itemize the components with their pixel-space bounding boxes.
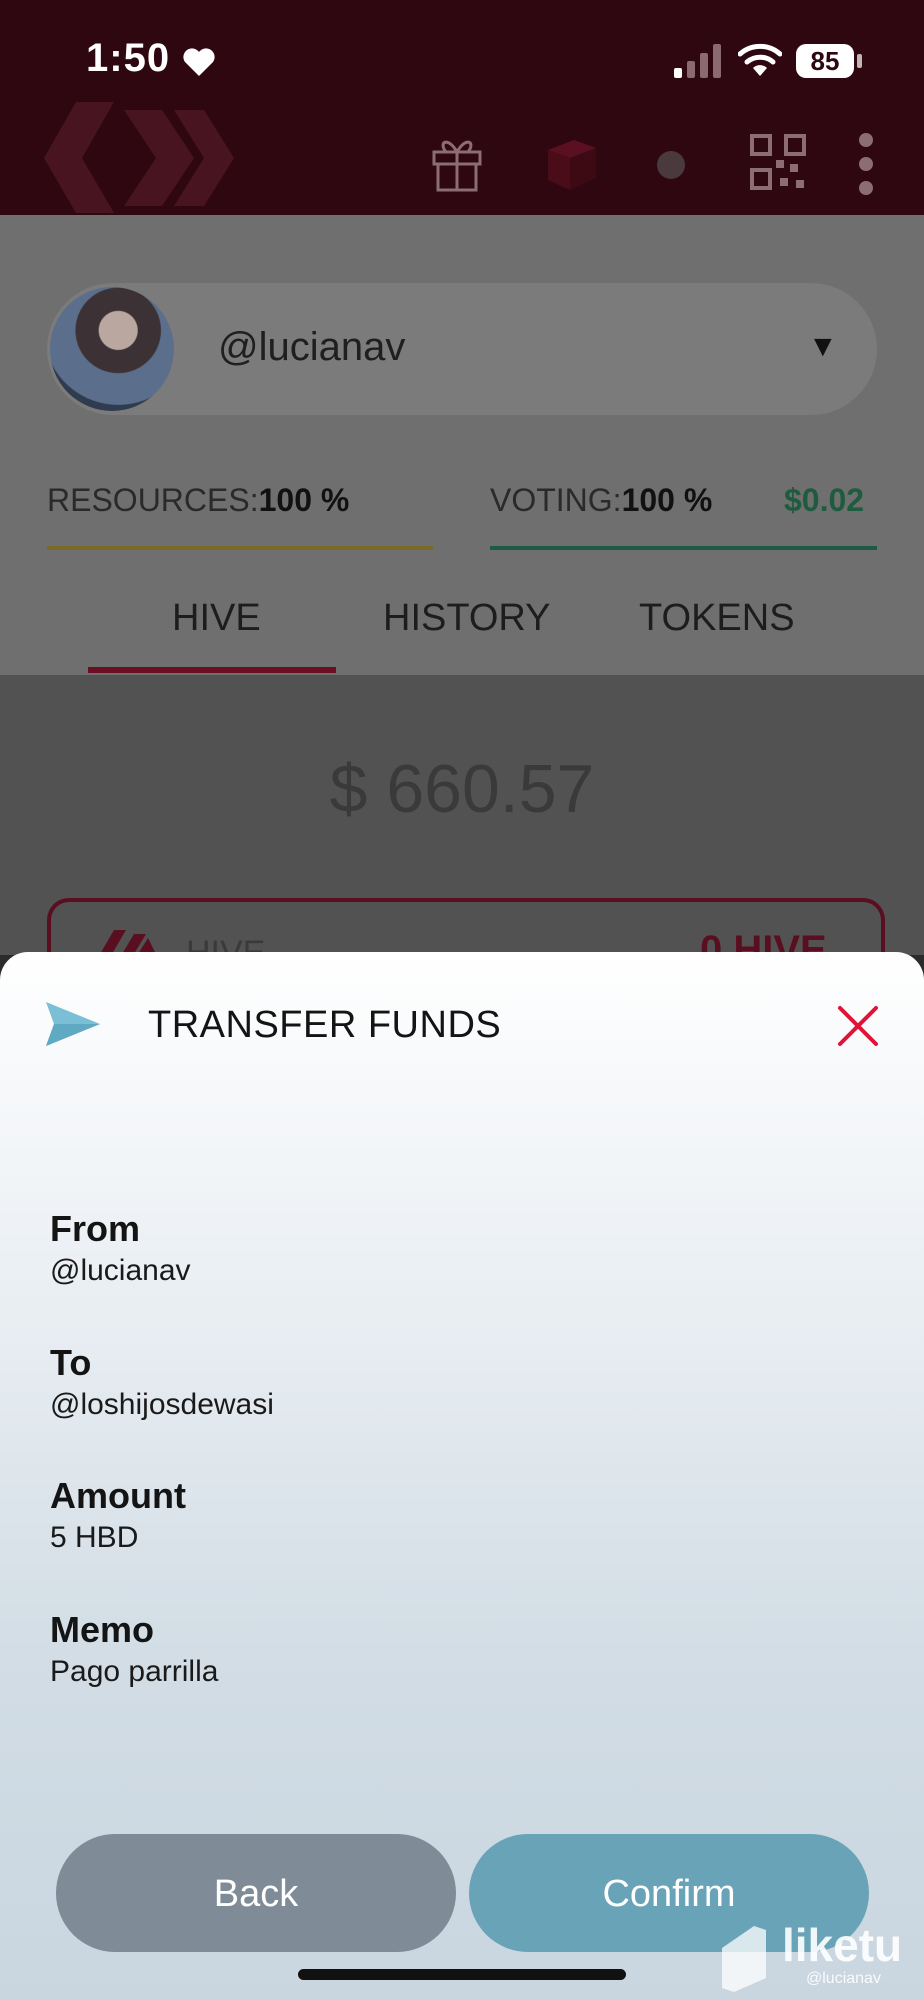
wifi-icon xyxy=(738,43,782,76)
heart-icon xyxy=(183,48,215,76)
active-tab-indicator xyxy=(88,667,336,673)
hive-logo-icon xyxy=(44,102,234,213)
status-dot-icon xyxy=(657,151,685,179)
gift-icon[interactable] xyxy=(430,132,484,192)
to-label: To xyxy=(50,1342,92,1383)
from-value: @lucianav xyxy=(50,1254,191,1287)
resources-bar xyxy=(47,546,433,550)
home-indicator[interactable] xyxy=(298,1969,626,1980)
battery-indicator: 85 xyxy=(796,44,854,78)
send-icon xyxy=(46,1002,100,1046)
memo-value: Pago parrilla xyxy=(50,1655,219,1688)
box-icon[interactable] xyxy=(544,136,600,192)
hive-token-icon xyxy=(100,930,156,954)
signal-icon xyxy=(674,44,721,78)
chevron-down-icon[interactable]: ▼ xyxy=(808,330,838,364)
vote-value: $0.02 xyxy=(784,482,865,518)
amount-value: 5 HBD xyxy=(50,1521,139,1554)
account-name: @lucianav xyxy=(218,325,406,369)
watermark-handle: @lucianav xyxy=(806,1970,881,1987)
resources-label: RESOURCES: xyxy=(47,482,259,518)
avatar xyxy=(50,287,174,411)
voting-value: 100 % xyxy=(621,482,713,518)
watermark-brand: liketu xyxy=(782,1919,903,1971)
close-icon[interactable] xyxy=(836,1004,880,1048)
tab-tokens[interactable]: TOKENS xyxy=(639,597,795,640)
voting-meter: VOTING:100 % xyxy=(490,482,712,519)
dialog-title: TRANSFER FUNDS xyxy=(148,1004,502,1046)
to-value: @loshijosdewasi xyxy=(50,1388,274,1421)
voting-bar xyxy=(490,546,877,550)
resources-meter: RESOURCES:100 % xyxy=(47,482,349,519)
battery-tip xyxy=(857,54,862,68)
total-balance: $ 660.57 xyxy=(329,751,595,827)
memo-label: Memo xyxy=(50,1609,155,1650)
qr-code-icon[interactable] xyxy=(750,134,806,190)
voting-label: VOTING: xyxy=(490,482,622,518)
amount-label: Amount xyxy=(50,1475,186,1516)
resources-value: 100 % xyxy=(258,482,350,518)
back-button[interactable]: Back xyxy=(56,1834,456,1952)
from-label: From xyxy=(50,1208,140,1249)
tab-hive[interactable]: HIVE xyxy=(172,597,261,640)
more-vertical-icon[interactable] xyxy=(852,132,880,196)
status-time: 1:50 xyxy=(86,36,171,80)
tab-history[interactable]: HISTORY xyxy=(383,597,551,640)
